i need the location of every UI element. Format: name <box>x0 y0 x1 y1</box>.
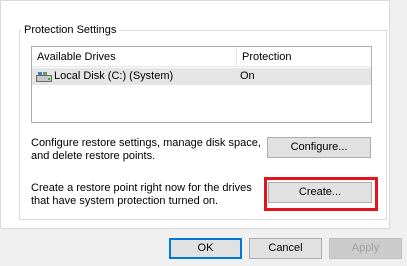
ok-button[interactable]: OK <box>169 238 242 259</box>
column-header-protection[interactable]: Protection <box>237 47 371 67</box>
drive-protection-status: On <box>240 70 255 82</box>
column-header-available-drives[interactable]: Available Drives <box>32 47 237 67</box>
drive-name: Local Disk (C:) (System) <box>54 70 174 82</box>
apply-button[interactable]: Apply <box>329 238 402 259</box>
protection-settings-label: Protection Settings <box>21 23 120 37</box>
table-row[interactable]: Local Disk (C:) (System) On <box>32 68 371 85</box>
configure-button[interactable]: Configure... <box>267 137 371 158</box>
drive-icon <box>36 72 52 82</box>
create-button-highlight <box>264 177 378 211</box>
cancel-button[interactable]: Cancel <box>249 238 322 259</box>
create-description: Create a restore point right now for the… <box>31 182 252 207</box>
drives-table[interactable]: Available Drives Protection Local Disk (… <box>31 46 372 123</box>
configure-description: Configure restore settings, manage disk … <box>31 137 261 162</box>
